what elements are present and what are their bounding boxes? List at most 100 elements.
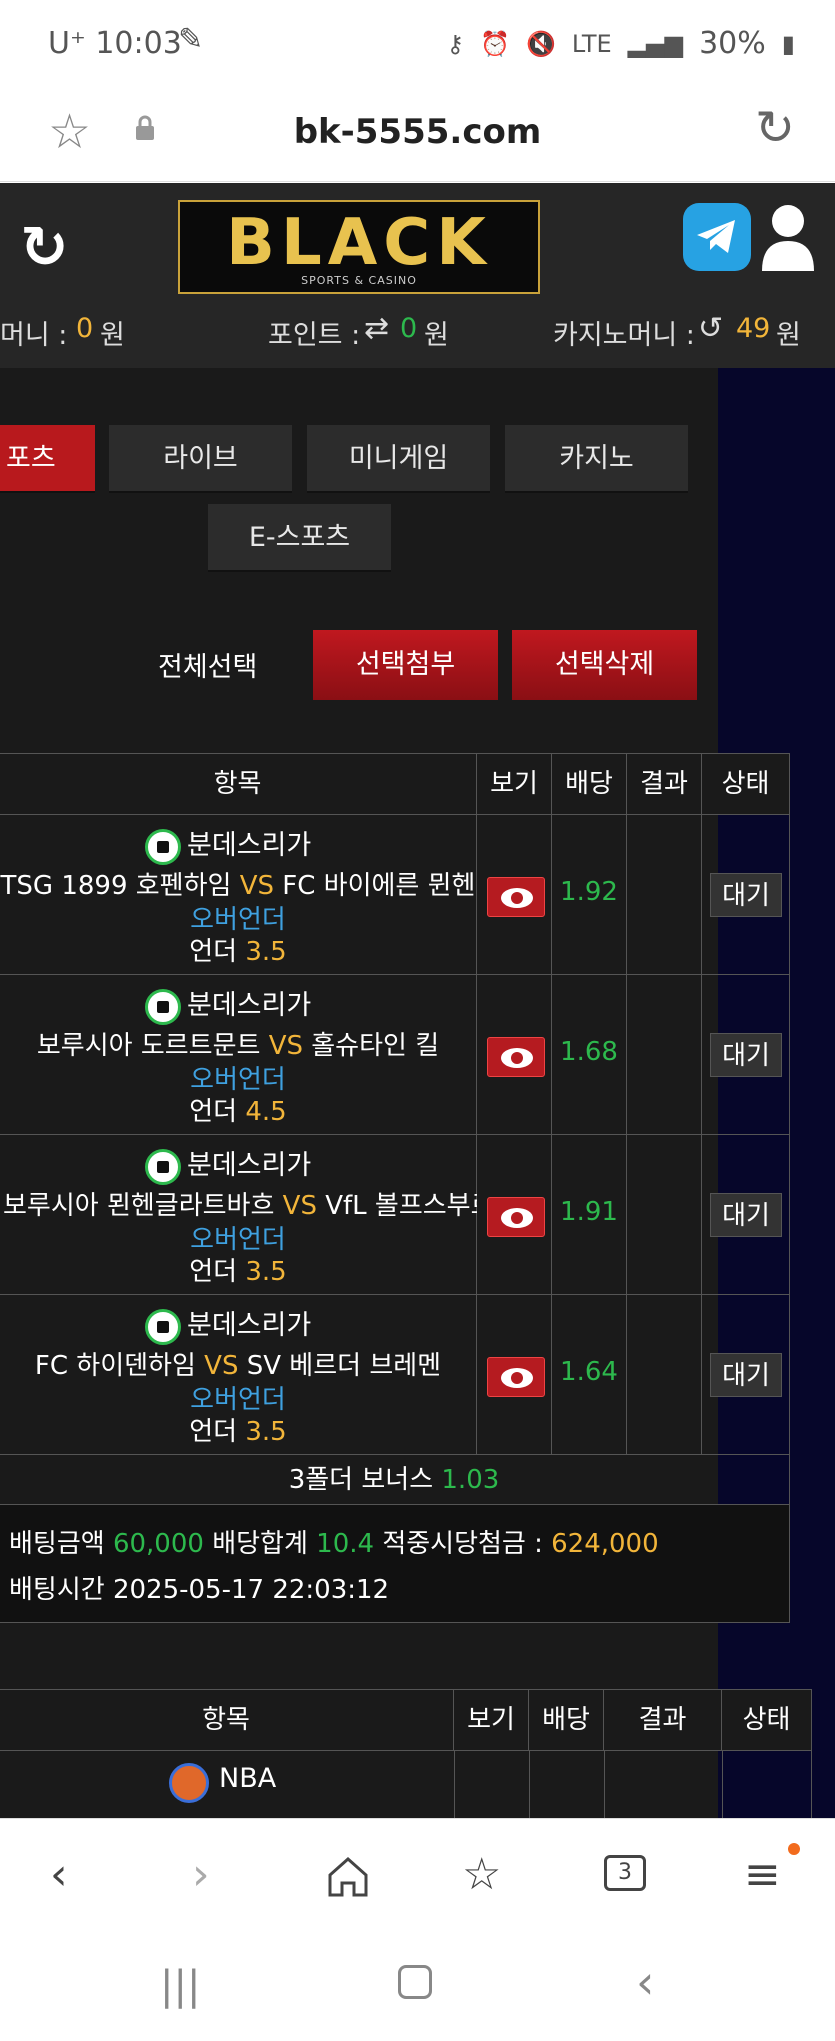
money-label: 머니 : — [0, 320, 68, 351]
reload-icon[interactable]: ↻ — [755, 100, 795, 156]
result-cell — [627, 1135, 702, 1295]
system-back-icon[interactable]: ‹ — [636, 1955, 654, 2009]
col-header-status: 상태 — [722, 1690, 811, 1750]
notification-dot — [788, 1843, 800, 1855]
tab-minigame[interactable]: 미니게임 — [307, 425, 490, 493]
back-icon[interactable]: ‹ — [50, 1849, 68, 1900]
tabs-icon[interactable]: 3 — [604, 1855, 646, 1891]
status-bar: U⁺ 10:03 ✎ ⚷ ⏰ 🔇 LTE ▂▄▆ 30% ▮ — [0, 0, 835, 90]
view-eye-button[interactable] — [487, 1357, 545, 1397]
soccer-ball-icon — [145, 828, 181, 865]
table-row: 분데스리가 보루시아 도르트문트 VS 홀슈타인 킬 오버언더 언더 4.5 1… — [0, 974, 789, 1135]
refresh-icon[interactable]: ↻ — [20, 213, 69, 281]
logo-text: BLACK — [226, 206, 492, 280]
recent-apps-icon[interactable]: ||| — [160, 1963, 200, 2009]
odds-value: 1.91 — [560, 1197, 618, 1227]
league-name: 분데스리가 — [145, 1303, 311, 1345]
table-row: NBA — [0, 1750, 811, 1818]
key-icon: ⚷ — [446, 29, 465, 58]
status-badge: 대기 — [710, 1353, 782, 1397]
transfer-icon[interactable]: ⇄ — [364, 311, 389, 346]
tab-casino[interactable]: 카지노 — [505, 425, 688, 493]
pen-icon: ✎ — [178, 22, 204, 57]
status-badge: 대기 — [710, 873, 782, 917]
odds-value: 1.92 — [560, 877, 618, 907]
status-badge: 대기 — [710, 1033, 782, 1077]
bookmarks-icon[interactable]: ☆ — [462, 1849, 501, 1900]
item-cell: 분데스리가 보루시아 도르트문트 VS 홀슈타인 킬 오버언더 언더 4.5 — [0, 975, 477, 1135]
status-badge: 대기 — [710, 1193, 782, 1237]
result-cell — [627, 975, 702, 1135]
col-header-item: 항목 — [0, 754, 477, 814]
col-header-result: 결과 — [627, 754, 702, 814]
signal-icon: ▂▄▆ — [627, 29, 684, 58]
odds-value: 1.64 — [560, 1357, 618, 1387]
bet-pick: 언더 3.5 — [189, 937, 287, 967]
table-row: 분데스리가 FC 하이덴하임 VS SV 베르더 브레멘 오버언더 언더 3.5… — [0, 1294, 789, 1455]
point-unit: 원 — [424, 320, 449, 351]
bet-summary: 배팅금액 60,000 배당합계 10.4 적중시당첨금 : 624,000 배… — [0, 1504, 789, 1622]
col-header-view: 보기 — [477, 754, 552, 814]
bet-slip-table: 항목 보기 배당 결과 상태 분데스리가 TSG 1899 호펜하임 VS FC… — [0, 753, 790, 1623]
url-text[interactable]: bk-5555.com — [0, 112, 835, 152]
col-header-odds: 배당 — [552, 754, 627, 814]
menu-icon[interactable]: ≡ — [744, 1849, 781, 1900]
casino-value: 49 — [736, 313, 771, 344]
user-icon[interactable] — [758, 201, 818, 273]
match-teams: FC 하이덴하임 VS SV 베르더 브레멘 — [34, 1351, 442, 1381]
battery-level: 30% — [699, 26, 766, 61]
casino-label: 카지노머니 : — [553, 320, 695, 351]
lte-icon: LTE — [571, 29, 612, 58]
match-teams: TSG 1899 호펜하임 VS FC 바이에른 뮌헨 — [0, 871, 476, 901]
league-name: 분데스리가 — [145, 1143, 311, 1185]
forward-icon[interactable]: › — [192, 1849, 210, 1900]
delete-selected-button[interactable]: 선택삭제 — [512, 630, 697, 700]
system-home-icon[interactable] — [398, 1965, 432, 1999]
mute-icon: 🔇 — [525, 29, 556, 58]
select-all-button[interactable]: 전체선택 — [158, 645, 257, 684]
view-eye-button[interactable] — [487, 1197, 545, 1237]
match-teams: 보루시아 도르트문트 VS 홀슈타인 킬 — [36, 1031, 440, 1061]
point-value: 0 — [400, 313, 418, 344]
point-label: 포인트 : — [268, 320, 361, 351]
item-cell: 분데스리가 TSG 1899 호펜하임 VS FC 바이에른 뮌헨 오버언더 언… — [0, 815, 477, 975]
soccer-ball-icon — [145, 988, 181, 1025]
browser-url-bar: ☆ bk-5555.com ↻ — [0, 90, 835, 182]
view-eye-button[interactable] — [487, 877, 545, 917]
tab-sports[interactable]: 포츠 — [0, 425, 95, 493]
col-header-status: 상태 — [702, 754, 789, 814]
casino-unit: 원 — [776, 320, 801, 351]
league-name: NBA — [169, 1763, 276, 1803]
item-cell: 분데스리가 FC 하이덴하임 VS SV 베르더 브레멘 오버언더 언더 3.5 — [0, 1295, 477, 1455]
bet-time-line: 배팅시간 2025-05-17 22:03:12 — [9, 1575, 390, 1605]
telegram-icon[interactable] — [683, 203, 751, 271]
view-eye-button[interactable] — [487, 1037, 545, 1077]
col-header-odds: 배당 — [529, 1690, 604, 1750]
folder-bonus: 3폴더 보너스 1.03 — [0, 1454, 789, 1504]
alarm-icon: ⏰ — [480, 29, 510, 58]
money-unit: 원 — [100, 320, 125, 351]
bet-slip-table-2: 항목 보기 배당 결과 상태 NBA — [0, 1689, 812, 1818]
col-header-result: 결과 — [604, 1690, 722, 1750]
tab-esports[interactable]: E-스포츠 — [208, 504, 391, 572]
result-cell — [627, 815, 702, 975]
soccer-ball-icon — [145, 1308, 181, 1345]
site-header: ↻ BLACK SPORTS & CASINO 머니 : 0 원 포인트 : ⇄… — [0, 183, 835, 368]
match-teams: 보루시아 묀헨글라트바흐 VS VfL 볼프스부르크 — [3, 1191, 477, 1221]
attach-selected-button[interactable]: 선택첨부 — [313, 630, 498, 700]
money-value: 0 — [76, 313, 94, 344]
item-cell: 분데스리가 보루시아 묀헨글라트바흐 VS VfL 볼프스부르크 오버언더 언더… — [0, 1135, 477, 1295]
casino-refresh-icon[interactable]: ↺ — [698, 311, 723, 346]
result-cell — [627, 1295, 702, 1455]
table-row: 분데스리가 보루시아 묀헨글라트바흐 VS VfL 볼프스부르크 오버언더 언더… — [0, 1134, 789, 1295]
system-nav-bar: ||| ‹ — [0, 1933, 835, 2041]
soccer-ball-icon — [145, 1148, 181, 1185]
balance-bar: 머니 : 0 원 포인트 : ⇄ 0 원 카지노머니 : ↺ 49 원 — [0, 305, 835, 353]
tab-live[interactable]: 라이브 — [109, 425, 292, 493]
bet-pick: 언더 3.5 — [189, 1257, 287, 1287]
col-header-item: 항목 — [0, 1690, 454, 1750]
home-icon[interactable] — [326, 1855, 370, 1897]
browser-bottom-nav: ‹ › ☆ 3 ≡ — [0, 1818, 835, 1933]
site-logo[interactable]: BLACK SPORTS & CASINO — [178, 200, 540, 294]
league-name: 분데스리가 — [145, 823, 311, 865]
